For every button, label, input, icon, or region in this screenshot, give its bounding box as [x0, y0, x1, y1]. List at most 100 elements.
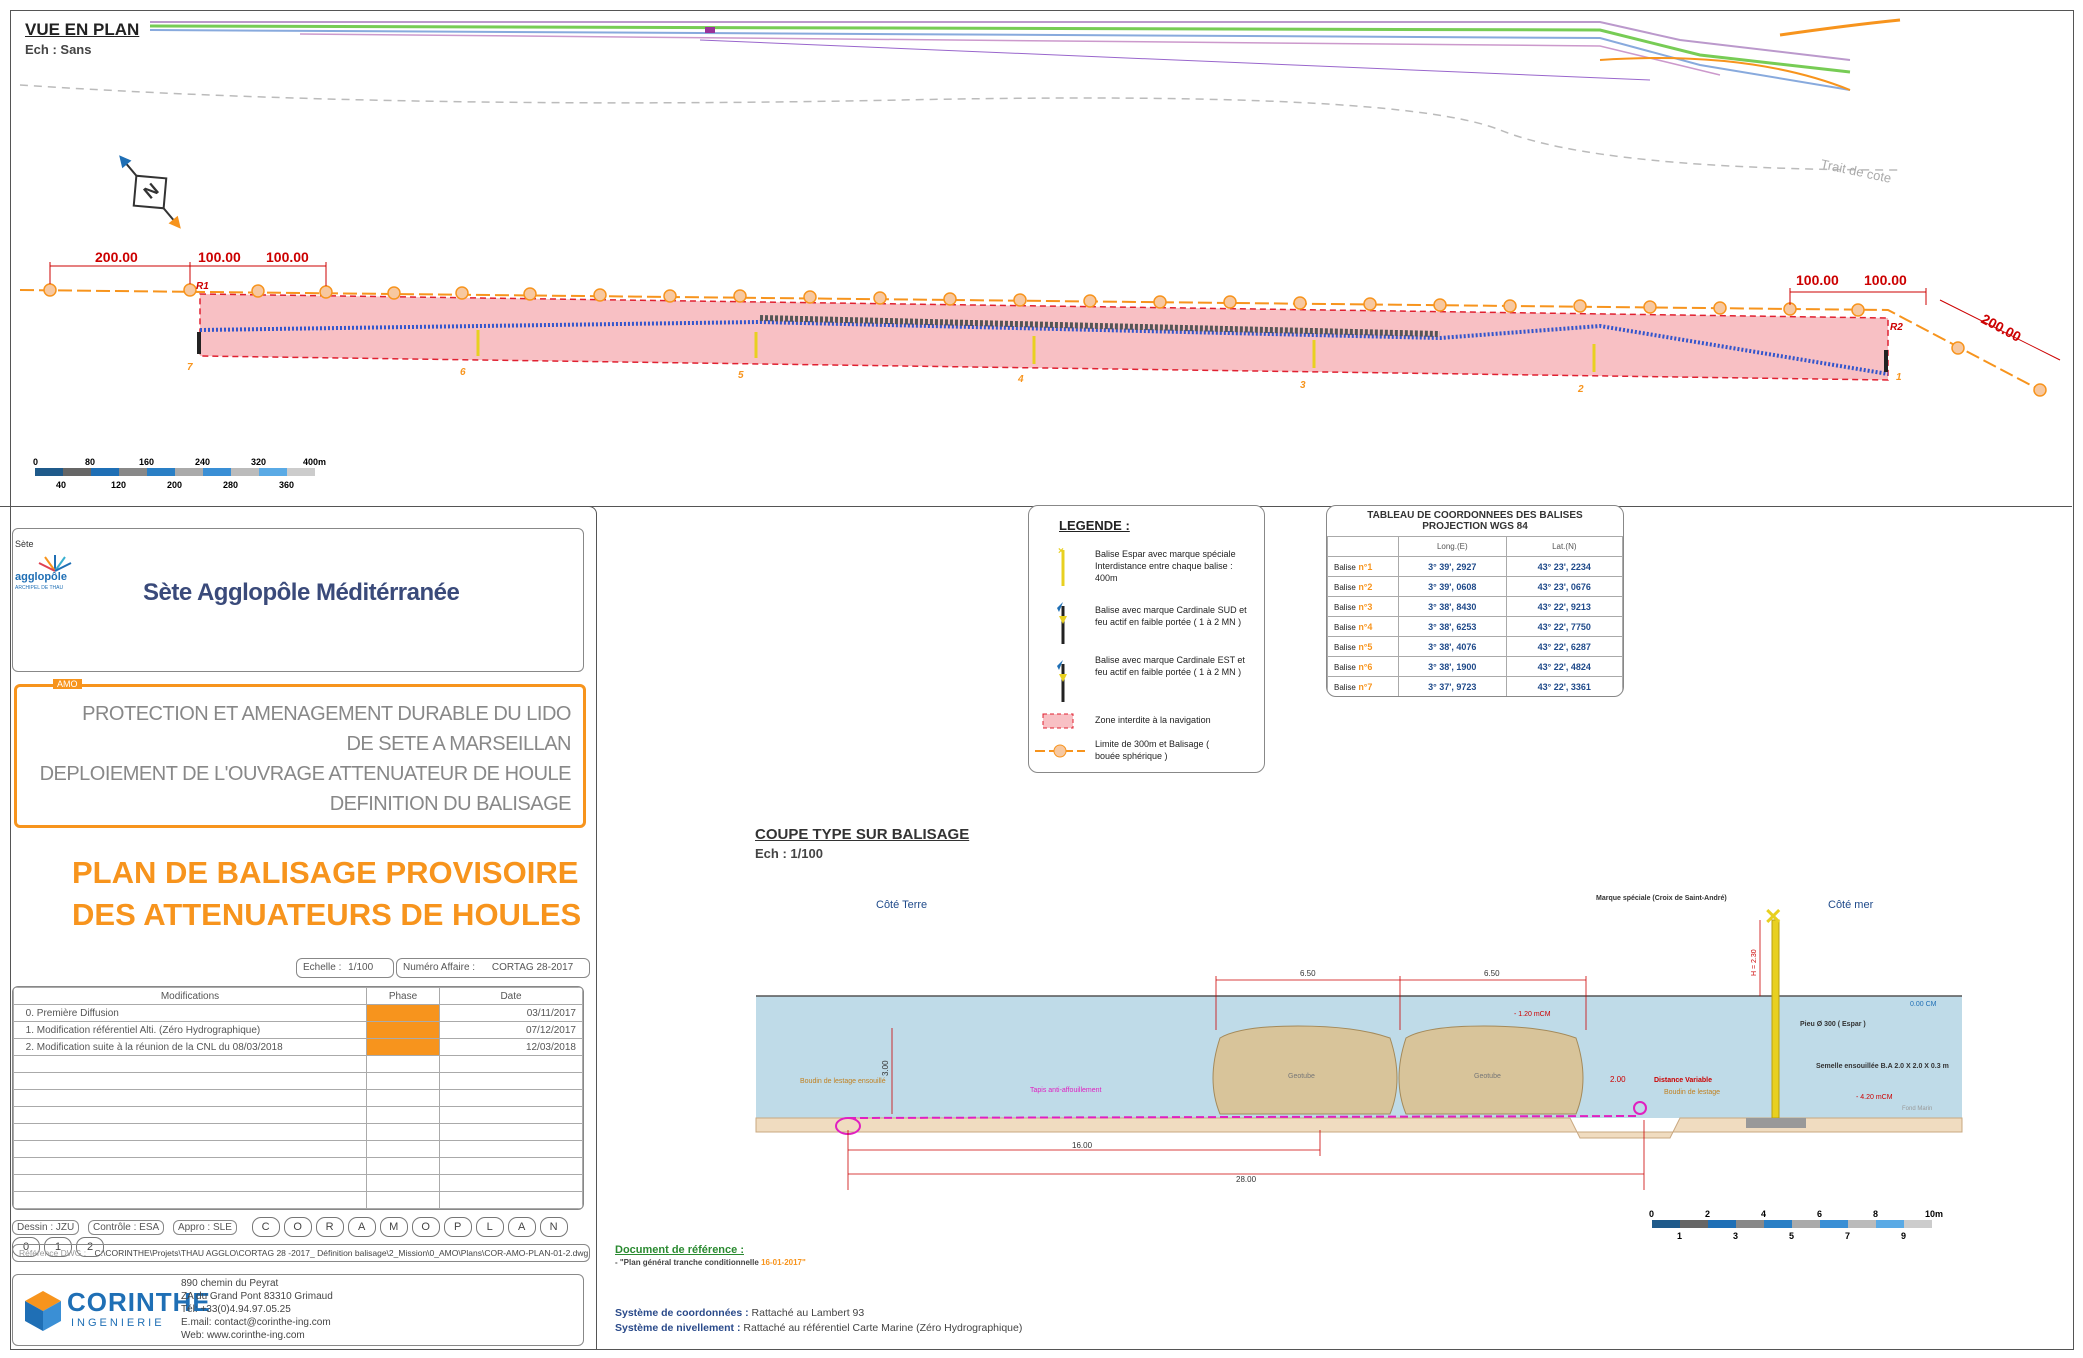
long-cell: 3° 37', 9723 — [1398, 676, 1507, 696]
lat-cell: 43° 22', 3361 — [1505, 676, 1623, 696]
plan-scale-bar — [35, 468, 315, 476]
project-line: DEFINITION DU BALISAGE — [329, 793, 572, 815]
signature-row: Dessin : JZU Contrôle : ESA Appro : SLE … — [12, 1217, 592, 1257]
tapis-label: Tapis anti-affouillement — [1030, 1087, 1102, 1094]
dim-label: 100.00 — [266, 249, 309, 265]
long-cell: 3° 38', 1900 — [1398, 656, 1507, 677]
lat-cell: 43° 22', 7750 — [1505, 616, 1623, 637]
coords-title-1: TABLEAU DE COORDONNEES DES BALISES — [1367, 510, 1583, 521]
reference-label: Référence DWG : — [19, 1248, 87, 1258]
table-row: Balise n°3 3° 38', 8430 43° 22', 9213 — [1327, 596, 1623, 617]
buoy-number: 4 — [1017, 374, 1024, 385]
balise-num: n°7 — [1358, 681, 1373, 692]
table-row: 0. Première Diffusion 03/11/2017 — [13, 1004, 583, 1022]
table-row: 1. Modification référentiel Alti. (Zéro … — [13, 1021, 583, 1039]
nivel-system-value: Rattaché au référentiel Carte Marine (Zé… — [743, 1322, 1023, 1334]
buoy-number: 1 — [1896, 372, 1902, 383]
dim-label: 200.00 — [95, 249, 138, 265]
legend-panel: LEGENDE : × Balise Espar avec marque spé… — [1028, 505, 1265, 773]
scale-tick: 2 — [1705, 1209, 1710, 1219]
address-line: ZA du Grand Pont 83310 Grimaud — [181, 1291, 333, 1302]
long-cell: 3° 39', 2927 — [1398, 556, 1507, 577]
dim-label: 100.00 — [1796, 272, 1839, 288]
affaire-box: Numéro Affaire : CORTAG 28-2017 — [396, 958, 590, 978]
lat-cell: 43° 23', 0676 — [1505, 576, 1623, 597]
coord-system-label: Système de coordonnées : — [615, 1307, 749, 1319]
table-row: Balise n°4 3° 38', 6253 43° 22', 7750 — [1327, 616, 1623, 637]
affaire-value: CORTAG 28-2017 — [491, 962, 574, 973]
scale-tick: 3 — [1733, 1231, 1738, 1240]
org-logo: Sète agglopôle ARCHIPEL DE THAU — [15, 539, 95, 601]
coords-table: Long.(E) Lat.(N) Balise n°1 3° 39', 2927 4… — [1327, 536, 1623, 696]
controle-field: Contrôle : ESA — [88, 1220, 165, 1235]
buoy-number: 7 — [187, 362, 193, 373]
coords-panel: TABLEAU DE COORDONNEES DES BALISES PROJE… — [1326, 505, 1624, 697]
balise-num: n°3 — [1358, 601, 1373, 612]
echelle-value: 1/100 — [348, 962, 374, 973]
drawing-title-line1: PLAN DE BALISAGE PROVISOIRE — [72, 855, 579, 890]
coord-system-value: Rattaché au Lambert 93 — [751, 1307, 865, 1319]
scale-tick: 7 — [1845, 1231, 1850, 1240]
legend-item: Limite de 300m et Balisage ( bouée sphér… — [1095, 739, 1210, 761]
scale-tick: 400m — [303, 457, 326, 467]
section-title: COUPE TYPE SUR BALISAGE — [755, 826, 970, 843]
scale-tick: 320 — [251, 457, 266, 467]
project-line: DEPLOIEMENT DE L'OUVRAGE ATTENUATEUR DE … — [39, 763, 572, 785]
reference-path: C:\CORINTHE\Projets\THAU AGGLO\CORTAG 28… — [94, 1248, 589, 1258]
espar-icon: × — [1058, 546, 1065, 586]
level-0: 0.00 CM — [1910, 1001, 1937, 1008]
mod-num: 2. — [25, 1041, 34, 1053]
scale-tick: 4 — [1761, 1209, 1766, 1219]
table-row: Balise n°1 3° 39', 2927 43° 23', 2234 — [1327, 556, 1623, 577]
drawing-title: PLAN DE BALISAGE PROVISOIRE DES ATTENUAT… — [72, 852, 581, 936]
dim-a: 6.50 — [1300, 969, 1316, 978]
long-cell: 3° 38', 4076 — [1398, 636, 1507, 657]
scale-tick: 1 — [1677, 1231, 1682, 1240]
lat-cell: 43° 22', 4824 — [1505, 656, 1623, 677]
scale-tick: 8 — [1873, 1209, 1878, 1219]
coast-line — [19, 84, 1901, 171]
buoy-number: 3 — [1300, 380, 1306, 391]
corinthe-cube-icon — [25, 1291, 61, 1331]
doc-ref: Document de référence : - "Plan général … — [615, 1244, 806, 1267]
table-row: Balise n°7 3° 37', 9723 43° 22', 3361 — [1327, 676, 1623, 696]
dim-200: 2.00 — [1610, 1075, 1626, 1084]
balise-label: Balise — [1334, 562, 1356, 572]
croix-icon: ✕ — [1764, 904, 1782, 929]
affaire-label: Numéro Affaire : — [403, 962, 476, 973]
balise-num: n°1 — [1358, 561, 1373, 572]
mod-date: 12/03/2018 — [439, 1038, 583, 1056]
balise-label: Balise — [1334, 622, 1356, 632]
mod-date: 07/12/2017 — [439, 1021, 583, 1039]
scale-tick: 5 — [1789, 1231, 1794, 1240]
marker-r2: R2 — [1890, 322, 1903, 333]
phase-cell — [366, 1038, 440, 1056]
marque-label: Marque spéciale (Croix de Saint-André) — [1596, 895, 1727, 902]
dessin-field: Dessin : JZU — [12, 1220, 80, 1235]
mod-date: 03/11/2017 — [439, 1004, 583, 1022]
pieu-label: Pieu Ø 300 ( Espar ) — [1800, 1021, 1866, 1028]
appro-field: Appro : SLE — [172, 1220, 237, 1235]
scale-tick: 40 — [56, 480, 66, 490]
long-cell: 3° 38', 8430 — [1398, 596, 1507, 617]
table-row: Balise n°5 3° 38', 4076 43° 22', 6287 — [1327, 636, 1623, 657]
cardinal-est-icon — [1057, 660, 1067, 702]
buoy-number: 2 — [1577, 384, 1584, 395]
doc-ref-title: Document de référence : — [615, 1244, 744, 1256]
code-cell: O — [283, 1217, 312, 1237]
address-line: E.mail: contact@corinthe-ing.com — [181, 1317, 331, 1328]
long-cell: 3° 38', 6253 — [1398, 616, 1507, 637]
scale-tick: 160 — [139, 457, 154, 467]
coast-label: Trait de cote — [1819, 156, 1892, 186]
geotube-left — [1212, 1025, 1398, 1115]
scale-tick: 240 — [195, 457, 210, 467]
company-sub: INGENIERIE — [71, 1317, 165, 1329]
sun-logo-icon — [38, 555, 72, 572]
code-cell: O — [411, 1217, 440, 1237]
semelle-label: Semelle ensouillée B.A 2.0 X 2.0 X 0.3 m — [1816, 1063, 1949, 1070]
mods-header: Phase — [366, 987, 440, 1005]
coords-title-2: PROJECTION WGS 84 — [1422, 521, 1528, 532]
dim-b: 6.50 — [1484, 969, 1500, 978]
dim-label: 100.00 — [1864, 272, 1907, 288]
project-line: PROTECTION ET AMENAGEMENT DURABLE DU LID… — [82, 703, 571, 725]
